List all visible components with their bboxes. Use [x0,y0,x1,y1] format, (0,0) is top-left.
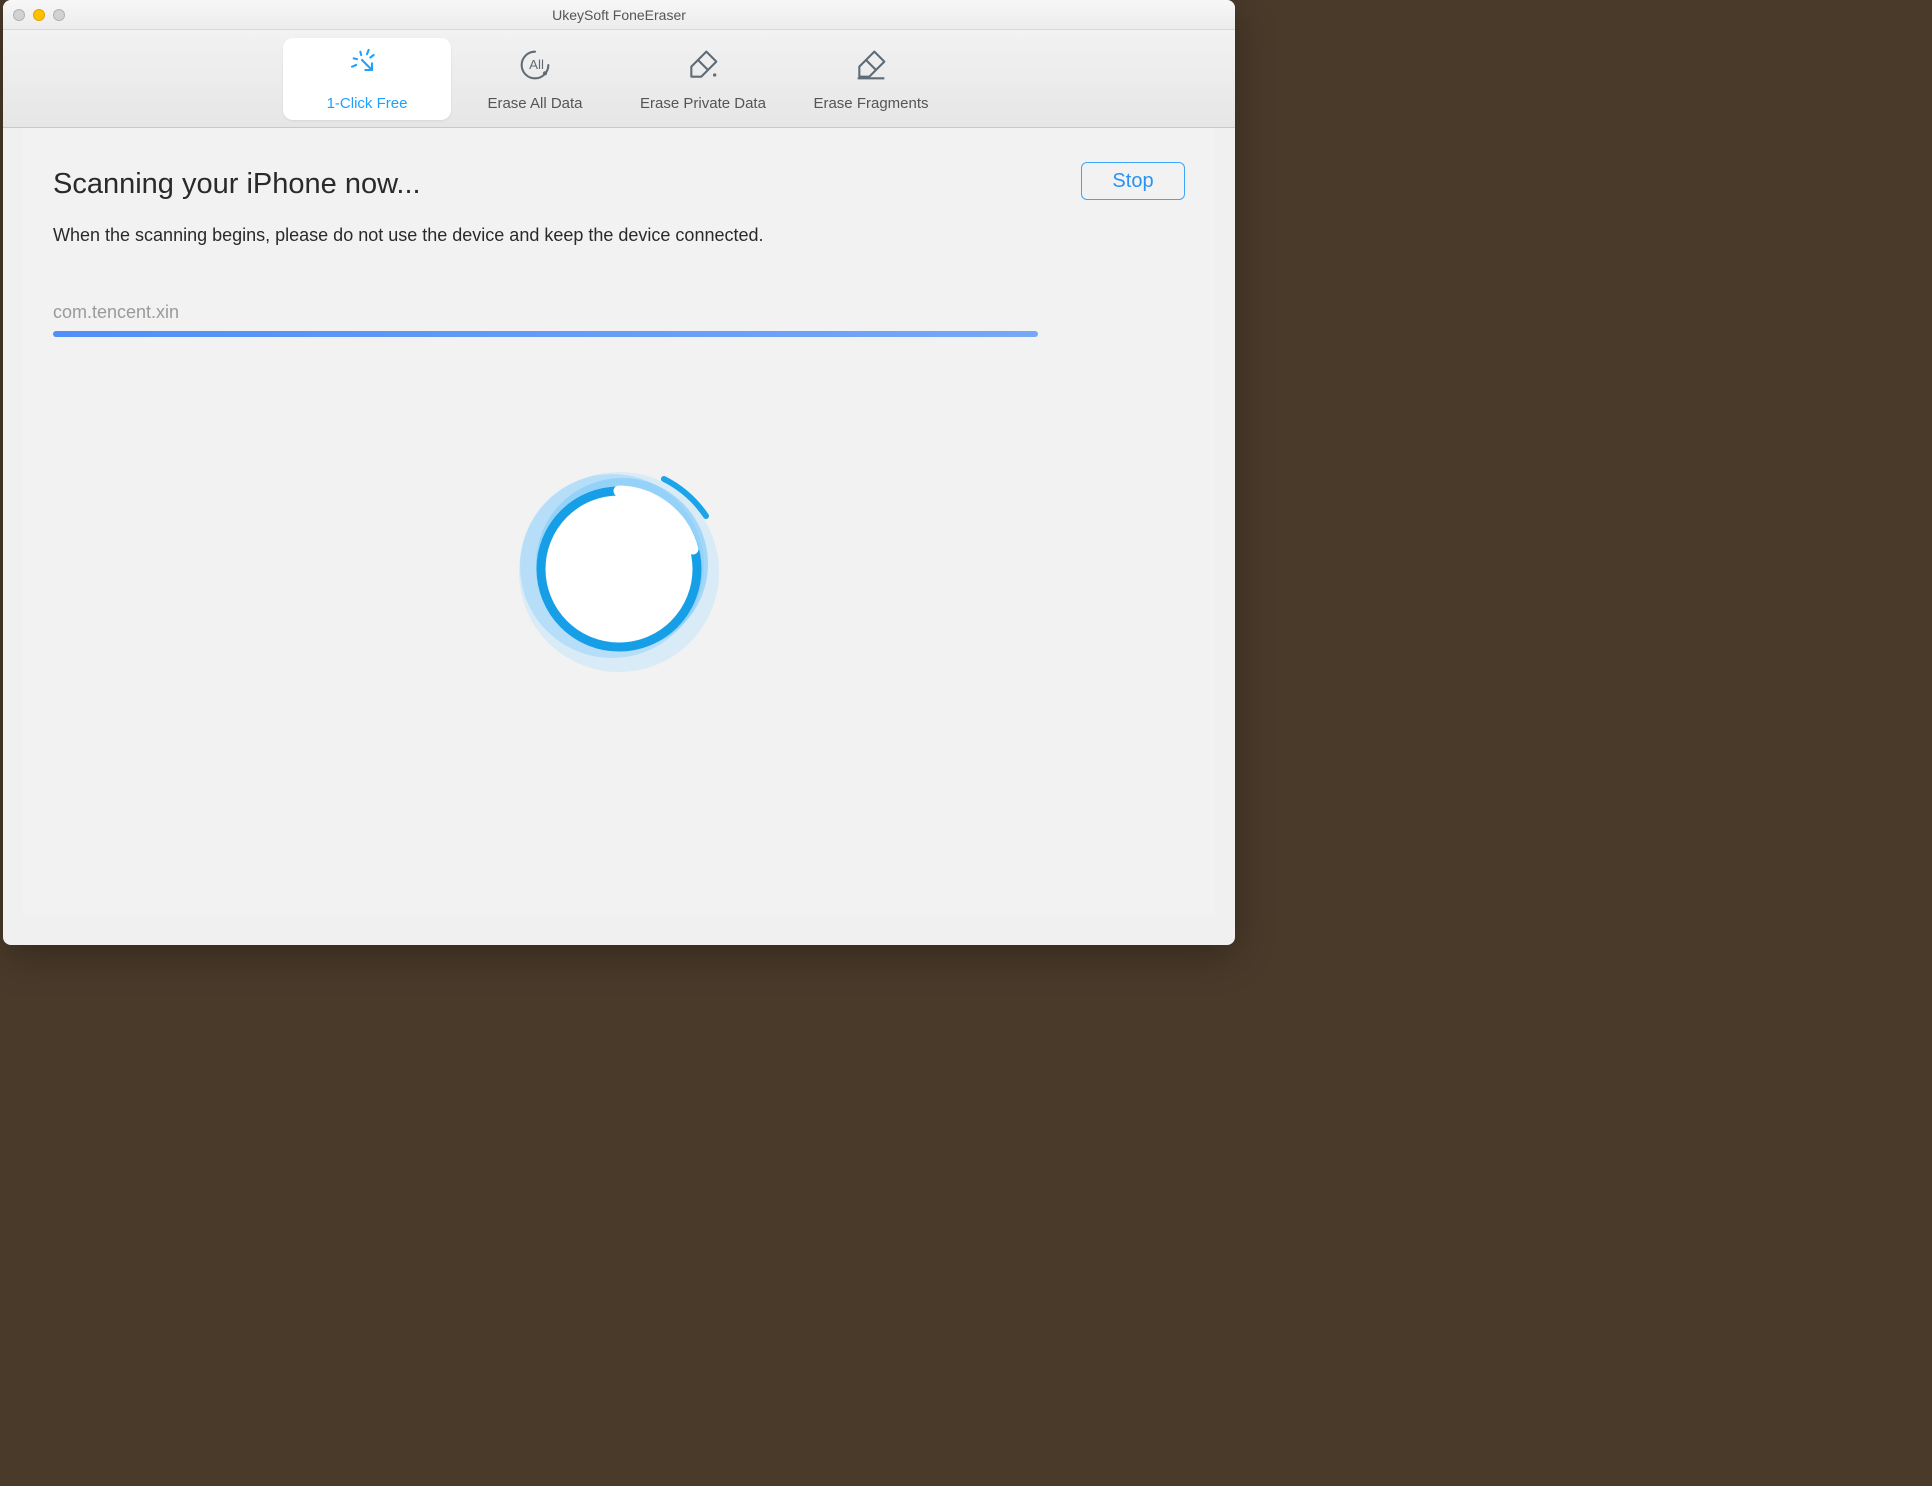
svg-text:All: All [529,57,544,72]
eraser-icon [683,45,723,89]
tab-erase-fragments[interactable]: Erase Fragments [787,38,955,120]
page-subheading: When the scanning begins, please do not … [53,225,1185,246]
progress-fill [53,331,1038,337]
toolbar: 1-Click Free All Erase All Data [3,30,1235,128]
current-scan-item: com.tencent.xin [53,302,1185,323]
main-content: Scanning your iPhone now... Stop When th… [23,128,1215,915]
progress-bar [53,331,1185,337]
eraser-fragments-icon [851,45,891,89]
close-window-button[interactable] [13,9,25,21]
window-title: UkeySoft FoneEraser [3,7,1235,23]
zoom-window-button[interactable] [53,9,65,21]
app-window: UkeySoft FoneEraser 1-Click Free [3,0,1235,945]
tab-1-click-free[interactable]: 1-Click Free [283,38,451,120]
minimize-window-button[interactable] [33,9,45,21]
window-controls [13,9,65,21]
tab-erase-all-data[interactable]: All Erase All Data [451,38,619,120]
page-heading: Scanning your iPhone now... [53,168,1185,201]
tab-erase-private-data[interactable]: Erase Private Data [619,38,787,120]
stop-button[interactable]: Stop [1081,162,1185,200]
tab-label: Erase All Data [487,95,582,112]
scanning-spinner-icon [504,454,734,684]
tab-label: 1-Click Free [327,95,408,112]
titlebar: UkeySoft FoneEraser [3,0,1235,30]
tab-label: Erase Fragments [813,95,928,112]
cursor-click-icon [347,45,387,89]
tab-label: Erase Private Data [640,95,766,112]
erase-all-icon: All [515,45,555,89]
